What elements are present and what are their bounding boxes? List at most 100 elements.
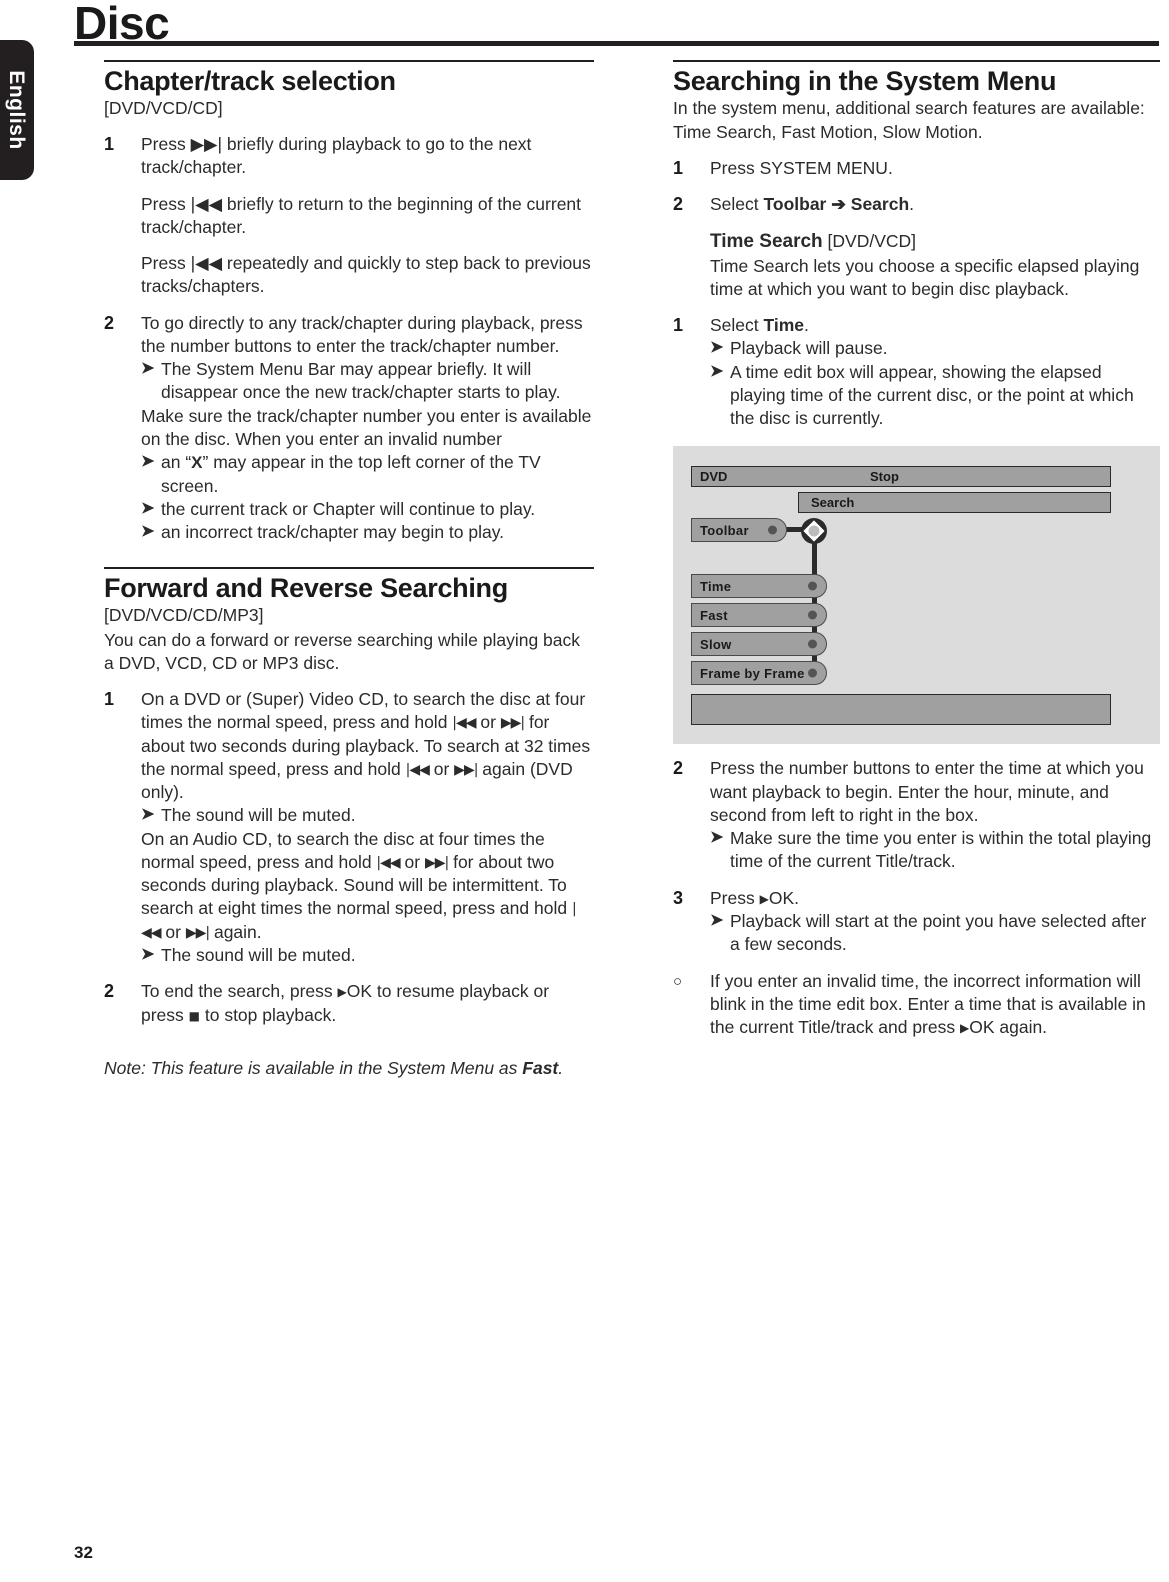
step-number: 2 — [104, 981, 115, 1002]
result-text: an incorrect track/chapter may begin to … — [161, 522, 505, 543]
bullet-dot-icon — [808, 610, 817, 620]
result-text-suffix: ” may appear in the top left corner of t… — [161, 452, 541, 496]
step-number: 3 — [673, 887, 684, 908]
step-text: Press ▶OK. — [710, 887, 1160, 910]
text-part: Select — [710, 194, 764, 215]
play-icon: ▶ — [959, 1021, 970, 1036]
text-part: To end the search, press — [141, 981, 338, 1002]
result-bullet: ➤ The sound will be muted. — [141, 944, 594, 967]
result-bullet: ➤ Playback will pause. — [710, 337, 1160, 360]
step-item: 2 Press the number buttons to enter the … — [673, 757, 1160, 873]
text-part: or — [475, 712, 501, 733]
osd-item-fast[interactable]: Fast — [691, 603, 827, 628]
result-text: Make sure the time you enter is within t… — [730, 828, 1152, 872]
rewind-icon: |◀◀ — [376, 854, 400, 871]
step-item: 1 Press ▶▶| briefly during playback to g… — [104, 133, 594, 299]
text-part: again. — [209, 921, 262, 942]
arrow-icon: ➤ — [141, 360, 155, 378]
section-heading-forward-reverse: Forward and Reverse Searching — [104, 572, 508, 603]
fast-forward-icon: ▶▶| — [500, 715, 525, 732]
step-number: 2 — [673, 758, 684, 779]
x-mark-glyph: X — [191, 453, 203, 473]
step-text: If you enter an invalid time, the incorr… — [710, 970, 1160, 1040]
menu-item-time: Time — [763, 315, 805, 336]
arrow-icon: ➤ — [141, 523, 155, 541]
bullet-dot-icon — [808, 668, 817, 678]
text-part: OK. — [768, 887, 799, 908]
osd-item-frame-by-frame[interactable]: Frame by Frame — [691, 661, 827, 686]
section-intro: You can do a forward or reverse searchin… — [104, 629, 581, 673]
step-item: 1 Select Time. ➤ Playback will pause. ➤ … — [673, 314, 1160, 430]
subsection-heading: Time Search [DVD/VCD] — [710, 229, 1160, 254]
note-prefix: Note: This feature is available in the S… — [104, 1058, 523, 1079]
step-text: Select Time. — [710, 314, 1160, 337]
fast-forward-icon: ▶▶| — [454, 761, 478, 778]
arrow-icon: ➤ — [710, 829, 724, 847]
step-text: Press ▶▶| briefly during playback to go … — [141, 133, 532, 178]
step-number: 2 — [104, 312, 115, 333]
result-text: Playback will pause. — [730, 338, 888, 359]
text-part: OK again. — [969, 1017, 1048, 1038]
result-text: A time edit box will appear, showing the… — [730, 361, 1134, 429]
step-text: Select Toolbar ➔ Search. — [710, 193, 1160, 216]
note-suffix: . — [558, 1058, 564, 1079]
note-emphasis: Fast — [522, 1058, 559, 1079]
step-text: To end the search, press ▶OK to resume p… — [141, 980, 594, 1027]
step-text: Press |◀◀ briefly to return to the begin… — [141, 193, 582, 237]
osd-status-bar: DVD Stop — [691, 466, 1111, 488]
osd-search-label: Search — [811, 495, 855, 511]
rewind-icon: |◀◀ — [405, 761, 430, 778]
step-number: 1 — [673, 157, 684, 178]
bullet-dot-icon — [808, 639, 817, 649]
step-item: 3 Press ▶OK. ➤ Playback will start at th… — [673, 887, 1160, 957]
result-bullet: ➤ The System Menu Bar may appear briefly… — [141, 358, 594, 405]
text-part: . — [804, 315, 809, 336]
play-icon: ▶ — [337, 985, 347, 1000]
result-text: The sound will be muted. — [161, 805, 356, 826]
step-text: On a DVD or (Super) Video CD, to search … — [141, 688, 594, 804]
result-bullet: ➤ A time edit box will appear, showing t… — [710, 361, 1160, 431]
arrow-icon: ➤ — [710, 362, 724, 380]
step-text: On an Audio CD, to search the disc at fo… — [141, 828, 594, 944]
text-part: If you enter an invalid time, the incorr… — [710, 970, 1146, 1038]
arrow-icon: ➤ — [710, 912, 724, 930]
text-part: or — [428, 758, 455, 779]
step-item: 2 Select Toolbar ➔ Search. Time Search [… — [673, 193, 1160, 301]
language-tab: English — [0, 40, 34, 180]
osd-item-label: Slow — [700, 636, 732, 652]
bullet-dot-icon — [808, 581, 817, 591]
result-text: the current track or Chapter will contin… — [161, 499, 536, 520]
osd-item-time[interactable]: Time — [691, 574, 827, 599]
result-bullet: ➤ Make sure the time you enter is within… — [710, 827, 1160, 874]
step-number: 1 — [104, 133, 115, 154]
node-center-dot — [808, 525, 820, 537]
step-item: 1 On a DVD or (Super) Video CD, to searc… — [104, 688, 594, 967]
step-number: 1 — [673, 315, 684, 336]
osd-item-label: Fast — [700, 607, 728, 623]
osd-status-label: Stop — [870, 469, 899, 485]
note-text: Note: This feature is available in the S… — [104, 1057, 594, 1080]
osd-item-slow[interactable]: Slow — [691, 632, 827, 657]
step-number: 2 — [673, 194, 684, 215]
title-divider — [74, 41, 1159, 46]
text-part: to stop playback. — [200, 1004, 337, 1025]
time-search-formats: [DVD/VCD] — [822, 231, 917, 252]
arrow-icon: ➤ — [141, 806, 155, 824]
right-column: Searching in the System Menu In the syst… — [673, 60, 1160, 1039]
result-bullet: ➤ the current track or Chapter will cont… — [141, 498, 594, 521]
text-part: or — [399, 851, 425, 872]
step-text: Press the number buttons to enter the ti… — [710, 758, 1144, 825]
arrow-icon: ➤ — [141, 453, 155, 471]
result-bullet: ➤ Playback will start at the point you h… — [710, 910, 1160, 957]
section-divider — [673, 60, 1160, 62]
fast-forward-icon: ▶▶| — [424, 854, 449, 871]
text-part: . — [909, 194, 915, 215]
result-bullet: ➤ The sound will be muted. — [141, 804, 594, 827]
section-divider — [104, 566, 594, 569]
osd-item-label: Toolbar — [700, 522, 749, 538]
menu-path-search: Search — [850, 194, 910, 215]
section-intro: In the system menu, additional search fe… — [673, 98, 1145, 142]
text-part: or — [160, 921, 186, 942]
osd-item-toolbar[interactable]: Toolbar — [691, 518, 787, 543]
fast-forward-icon: ▶▶| — [185, 924, 210, 941]
